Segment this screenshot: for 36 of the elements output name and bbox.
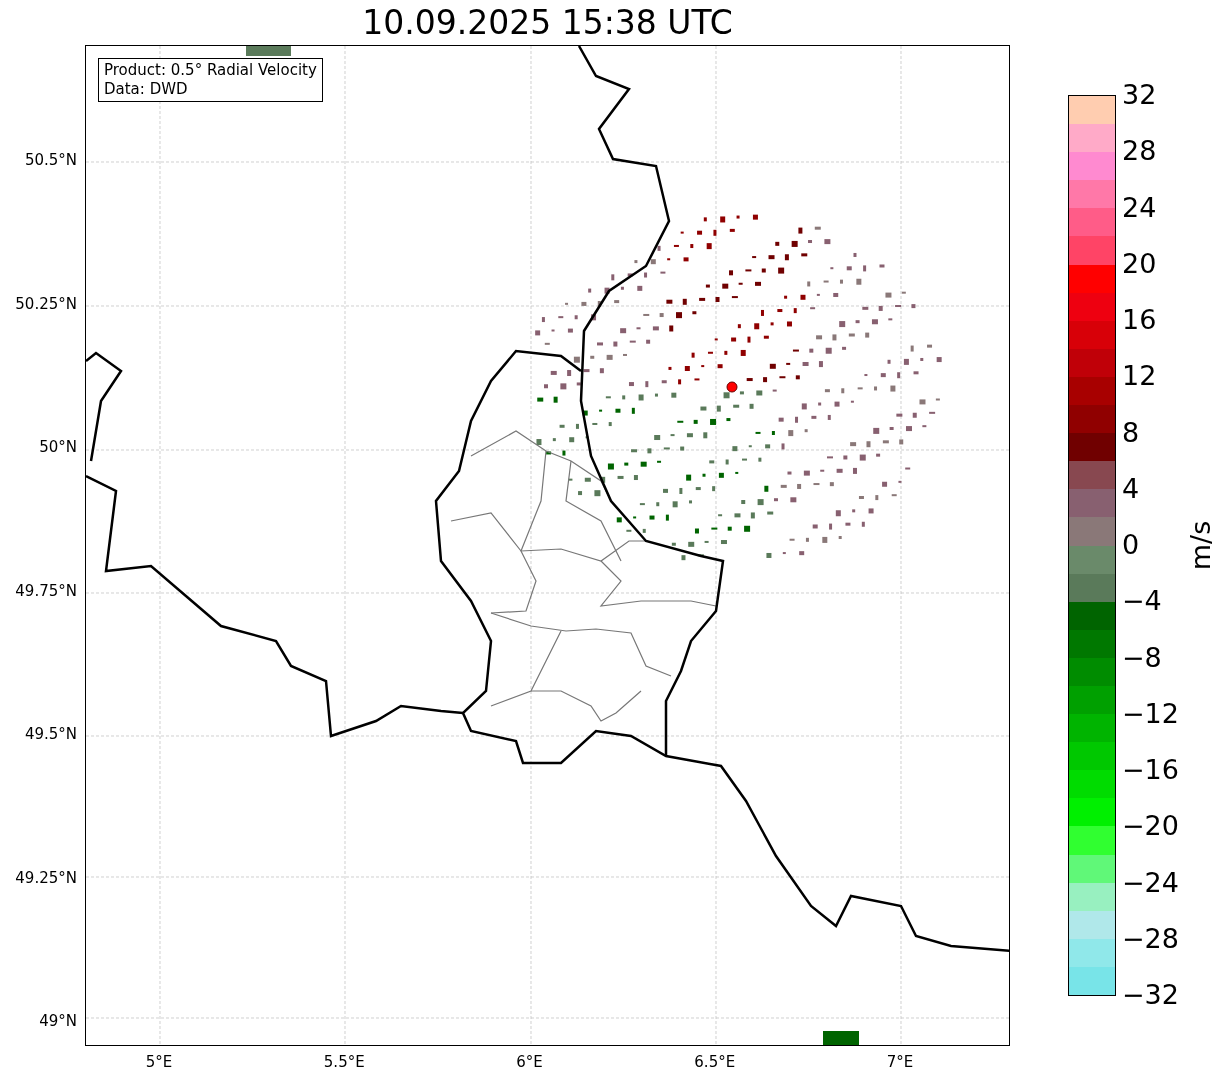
colorbar-tick-label: 0 <box>1122 531 1140 558</box>
colorbar-tick-label: −8 <box>1122 643 1162 671</box>
latitude-label: 49.75°N <box>15 583 77 599</box>
colorbar-tick-label: −28 <box>1122 924 1179 952</box>
latitude-label: 49.5°N <box>24 727 77 742</box>
colorbar-tick-label: −12 <box>1122 699 1179 727</box>
radar-echo-patch <box>823 1031 859 1045</box>
colorbar-tick-label: 16 <box>1122 306 1157 333</box>
colorbar-tick-label: −4 <box>1122 587 1162 615</box>
colorbar-tick-label: 4 <box>1122 474 1140 502</box>
colorbar-tick-label: 20 <box>1122 249 1157 277</box>
chart-title: 10.09.2025 15:38 UTC <box>362 6 733 39</box>
colorbar-tick-label: −20 <box>1122 812 1179 840</box>
latitude-label: 49.25°N <box>15 870 77 886</box>
info-text: Data: DWD <box>104 80 189 99</box>
radar-echo-patch <box>246 46 291 56</box>
colorbar-tick-label: −24 <box>1122 868 1179 896</box>
longitude-label: 6.5°E <box>694 1055 736 1070</box>
colorbar-unit-label: m/s <box>1187 520 1215 571</box>
latitude-label: 50.5°N <box>24 153 77 168</box>
longitude-label: 5.5°E <box>323 1055 365 1070</box>
longitude-label: 6°E <box>516 1055 543 1070</box>
longitude-label: 5°E <box>145 1055 173 1070</box>
colorbar-tick-label: 8 <box>1122 418 1140 446</box>
radar-site-marker <box>726 381 738 393</box>
latitude-label: 50.25°N <box>15 296 77 312</box>
latitude-label: 49°N <box>39 1014 77 1029</box>
latitude-label: 50°N <box>39 440 77 455</box>
longitude-label: 7°E <box>886 1055 914 1070</box>
colorbar-tick-label: −16 <box>1122 756 1179 783</box>
colorbar-tick-label: −32 <box>1122 981 1179 1008</box>
colorbar-tick-label: 24 <box>1122 193 1157 221</box>
colorbar-tick-label: 28 <box>1122 137 1157 165</box>
colorbar-tick-label: 12 <box>1122 362 1157 390</box>
info-text: Product: 0.5° Radial Velocity <box>104 61 317 80</box>
colorbar-tick-label: 32 <box>1122 81 1157 108</box>
